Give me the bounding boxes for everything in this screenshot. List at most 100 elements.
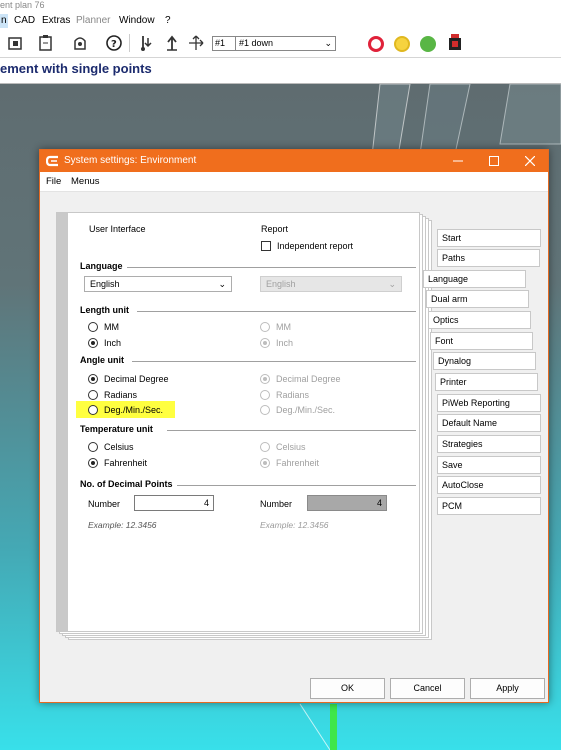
ui-angle-decimal-radio[interactable]: [88, 374, 98, 384]
side-tab-dynalog[interactable]: Dynalog: [433, 352, 536, 370]
toolbar-separator: [129, 34, 130, 52]
report-length-inch-label: Inch: [276, 338, 294, 348]
report-angle-decimal-radio[interactable]: [260, 374, 270, 384]
report-header: Report: [261, 224, 289, 234]
move-axes-icon[interactable]: [186, 33, 206, 53]
dialog-title: System settings: Environment: [64, 155, 197, 166]
decimals-section-label: No. of Decimal Points: [80, 479, 173, 489]
menu-item-help[interactable]: ?: [165, 14, 171, 28]
minimize-button[interactable]: [440, 150, 476, 172]
app-title-bar: ent plan 76: [0, 0, 561, 12]
side-tab-save[interactable]: Save: [437, 456, 541, 474]
menu-item-cad[interactable]: CAD: [14, 14, 35, 28]
app-toolbar: ? #1 #1 down ⌄: [0, 30, 561, 58]
chevron-down-icon: ⌄: [218, 279, 226, 289]
report-temp-celsius-label: Celsius: [276, 442, 306, 452]
report-angle-radians-radio[interactable]: [260, 390, 270, 400]
side-tab-piweb-reporting[interactable]: PiWeb Reporting: [437, 394, 541, 412]
user-interface-header: User Interface: [89, 224, 146, 234]
language-section-label: Language: [80, 261, 123, 271]
section-divider: [127, 267, 416, 268]
status-lamp-green[interactable]: [420, 36, 436, 52]
ui-angle-radians-radio[interactable]: [88, 390, 98, 400]
probe-up-icon[interactable]: [162, 33, 182, 53]
report-angle-radians-label: Radians: [276, 390, 310, 400]
svg-text:?: ?: [111, 39, 117, 50]
menu-item-extras[interactable]: Extras: [42, 14, 70, 28]
dialog-menu-file[interactable]: File: [46, 176, 61, 188]
temperature-section-label: Temperature unit: [80, 424, 153, 434]
toolbar-probe-select-value: #1 down: [239, 38, 274, 48]
ui-temp-fahrenheit-radio[interactable]: [88, 458, 98, 468]
ui-decimals-number-label: Number: [88, 499, 121, 509]
side-tab-pcm[interactable]: PCM: [437, 497, 541, 515]
report-length-mm-radio[interactable]: [260, 322, 270, 332]
clipboard-icon[interactable]: [36, 33, 56, 53]
ui-temp-fahrenheit-label: Fahrenheit: [104, 458, 148, 468]
ui-length-inch-radio[interactable]: [88, 338, 98, 348]
status-lamp-red[interactable]: [368, 36, 384, 52]
dialog-menubar: File Menus: [40, 172, 548, 192]
report-length-mm-label: MM: [276, 322, 291, 332]
ui-temp-celsius-label: Celsius: [104, 442, 134, 452]
maximize-button[interactable]: [476, 150, 512, 172]
report-language-select[interactable]: English ⌄: [260, 276, 402, 292]
section-divider: [132, 361, 416, 362]
status-lamp-yellow[interactable]: [394, 36, 410, 52]
side-tab-start[interactable]: Start: [437, 229, 541, 247]
ui-decimals-input[interactable]: 4: [134, 495, 214, 511]
menu-item-planner[interactable]: Planner: [76, 14, 110, 28]
ok-button[interactable]: OK: [310, 678, 385, 699]
independent-report-label: Independent report: [277, 241, 354, 251]
report-temp-fahrenheit-label: Fahrenheit: [276, 458, 320, 468]
app-logo-icon: [45, 155, 60, 169]
report-angle-dms-label: Deg./Min./Sec.: [276, 405, 336, 415]
ui-length-mm-label: MM: [104, 322, 119, 332]
help-icon[interactable]: ?: [104, 33, 124, 53]
report-angle-dms-radio[interactable]: [260, 405, 270, 415]
emergency-stop-icon[interactable]: [445, 33, 465, 53]
dialog-menu-menus[interactable]: Menus: [71, 176, 100, 188]
plan-element-title-text: ement with single points: [0, 61, 152, 76]
ui-length-mm-radio[interactable]: [88, 322, 98, 332]
plan-element-title: ement with single points: [0, 58, 561, 84]
apply-button[interactable]: Apply: [470, 678, 545, 699]
ui-angle-decimal-label: Decimal Degree: [104, 374, 169, 384]
probe-icon[interactable]: [70, 33, 90, 53]
ui-language-value: English: [90, 279, 120, 289]
measure-elements-icon[interactable]: [6, 33, 26, 53]
ui-temp-celsius-radio[interactable]: [88, 442, 98, 452]
side-tab-default-name[interactable]: Default Name: [437, 414, 541, 432]
report-decimals-input[interactable]: 4: [307, 495, 387, 511]
report-angle-decimal-label: Decimal Degree: [276, 374, 341, 384]
toolbar-probe-select[interactable]: #1 down ⌄: [235, 36, 336, 51]
report-temp-celsius-radio[interactable]: [260, 442, 270, 452]
side-tab-optics[interactable]: Optics: [428, 311, 531, 329]
side-tab-language[interactable]: Language: [423, 270, 526, 288]
toolbar-number-input[interactable]: #1: [212, 36, 236, 51]
side-tab-dual-arm[interactable]: Dual arm: [426, 290, 529, 308]
side-tab-font[interactable]: Font: [430, 332, 533, 350]
ui-angle-dms-radio[interactable]: [88, 405, 98, 415]
section-divider: [137, 311, 416, 312]
report-temp-fahrenheit-radio[interactable]: [260, 458, 270, 468]
dialog-title-bar[interactable]: System settings: Environment: [40, 150, 548, 172]
chevron-down-icon: ⌄: [388, 279, 396, 289]
probe-down-icon[interactable]: [136, 33, 156, 53]
menu-item-current[interactable]: n: [0, 14, 8, 28]
independent-report-checkbox[interactable]: [261, 241, 271, 251]
system-settings-dialog: System settings: Environment File Menus …: [39, 149, 549, 703]
side-tab-paths[interactable]: Paths: [437, 249, 540, 267]
page-gutter: [57, 213, 68, 631]
app-menubar: n CAD Extras Planner Window ?: [0, 12, 561, 30]
ui-language-select[interactable]: English ⌄: [84, 276, 232, 292]
menu-item-window[interactable]: Window: [119, 14, 155, 28]
close-button[interactable]: [512, 150, 548, 172]
side-tab-strategies[interactable]: Strategies: [437, 435, 541, 453]
side-tab-printer[interactable]: Printer: [435, 373, 538, 391]
app-title-text: ent plan 76: [0, 0, 45, 10]
cancel-button[interactable]: Cancel: [390, 678, 465, 699]
report-length-inch-radio[interactable]: [260, 338, 270, 348]
side-tab-autoclose[interactable]: AutoClose: [437, 476, 541, 494]
length-section-label: Length unit: [80, 305, 129, 315]
